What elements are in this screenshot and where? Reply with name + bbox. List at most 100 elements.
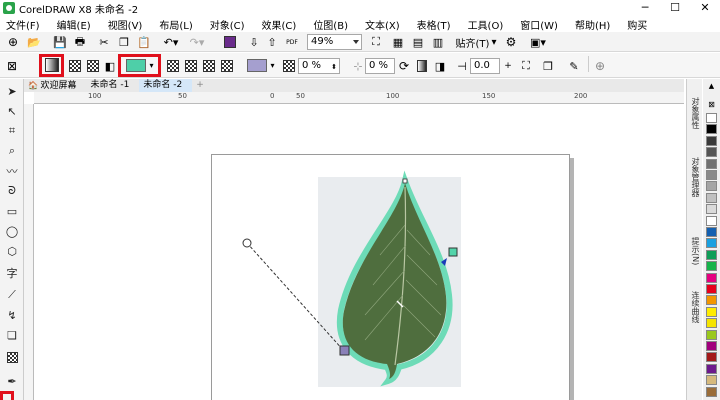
transparency-end-handle[interactable] [448, 247, 458, 257]
menu-effects[interactable]: 效果(C) [262, 17, 297, 32]
maximize-button[interactable]: ☐ [660, 0, 690, 16]
menu-help[interactable]: 帮助(H) [575, 17, 610, 32]
menu-bitmaps[interactable]: 位图(B) [313, 17, 348, 32]
node-transparency-icon[interactable] [282, 58, 296, 74]
paste-icon[interactable]: 📋 [136, 34, 152, 50]
color-swatch[interactable] [706, 227, 717, 237]
snap-to-dropdown[interactable]: 贴齐(T) ▾ [452, 34, 500, 50]
color-swatch[interactable] [706, 352, 717, 363]
color-swatch[interactable] [706, 341, 717, 351]
crop-tool-icon[interactable]: ⌗ [4, 123, 20, 139]
angle-icon[interactable]: ⊣ [454, 58, 470, 74]
docker-connected-curves[interactable]: 连续曲线 [689, 291, 701, 323]
horizontal-ruler[interactable]: 100 50 0 50 100 150 200 [34, 92, 684, 104]
freehand-tool-icon[interactable]: 〰 [4, 163, 20, 179]
docker-hints[interactable]: 提示(N) [689, 237, 701, 265]
open-folder-icon[interactable]: 📂 [25, 34, 43, 50]
menu-text[interactable]: 文本(X) [365, 17, 400, 32]
smooth-gradient-icon[interactable] [414, 58, 430, 74]
menu-file[interactable]: 文件(F) [6, 17, 40, 32]
undo-icon[interactable]: ↶▾ [160, 34, 182, 50]
artistic-media-icon[interactable]: ᘐ [4, 183, 20, 199]
parallel-dimension-icon[interactable]: ⟋ [4, 287, 20, 303]
full-screen-icon[interactable]: ⛶ [368, 34, 384, 50]
polygon-tool-icon[interactable]: ⬡ [4, 243, 20, 259]
text-tool-icon[interactable]: 字 [4, 265, 20, 281]
vertical-ruler[interactable] [24, 104, 34, 400]
texture-transparency-icon[interactable] [86, 58, 100, 74]
menu-window[interactable]: 窗口(W) [520, 17, 558, 32]
color-swatch[interactable] [706, 238, 717, 249]
import-icon[interactable]: ⇩ [246, 34, 262, 50]
minimize-button[interactable]: ─ [630, 0, 660, 16]
redo-icon[interactable]: ↷▾ [186, 34, 208, 50]
new-document-icon[interactable]: ⊕ [5, 34, 21, 50]
show-grid-icon[interactable]: ▤ [410, 34, 426, 50]
docker-object-manager[interactable]: 对象管理器 [689, 157, 701, 197]
color-swatch[interactable] [706, 329, 717, 340]
elliptical-gradient-icon[interactable] [184, 58, 198, 74]
free-scale-icon[interactable]: ⛶ [518, 58, 534, 74]
tab-untitled-2[interactable]: 未命名 -2 [139, 79, 193, 92]
node-color-swatch[interactable]: ▾ [245, 57, 277, 73]
tab-untitled-1[interactable]: 未命名 -1 [87, 79, 140, 92]
add-icon[interactable]: ⊕ [592, 58, 608, 74]
options-gear-icon[interactable]: ⚙ [503, 34, 519, 50]
color-swatch[interactable] [706, 204, 717, 215]
publish-pdf-icon[interactable]: PDF [284, 34, 300, 50]
color-swatch[interactable] [706, 272, 717, 283]
zoom-level-combo[interactable]: 49% [307, 34, 362, 50]
angle-spinner[interactable]: + [502, 58, 514, 74]
connector-tool-icon[interactable]: ↯ [4, 307, 20, 323]
pick-tool-icon[interactable]: ➤ [4, 83, 20, 99]
color-swatch[interactable] [706, 170, 717, 180]
ellipse-tool-icon[interactable]: ◯ [4, 223, 20, 239]
drop-shadow-icon[interactable]: ❏ [4, 327, 20, 343]
color-swatch[interactable] [706, 306, 717, 317]
docker-object-properties[interactable]: 对象属性 [689, 97, 701, 129]
menu-layout[interactable]: 布局(L) [159, 17, 192, 32]
color-swatch[interactable] [706, 318, 717, 329]
menu-edit[interactable]: 编辑(E) [57, 17, 91, 32]
palette-scroll-up-icon[interactable]: ▲ [704, 81, 719, 91]
pattern-transparency-icon[interactable] [68, 58, 82, 74]
edit-transparency-icon[interactable]: ✎ [566, 58, 582, 74]
export-icon[interactable]: ⇧ [264, 34, 280, 50]
color-swatch[interactable] [706, 192, 717, 203]
save-icon[interactable]: 💾 [52, 34, 68, 50]
color-swatch[interactable] [706, 295, 717, 306]
eyedropper-tool-icon[interactable]: ✒ [4, 373, 20, 389]
color-swatch[interactable] [706, 113, 717, 123]
color-swatch[interactable] [706, 261, 717, 272]
add-tab-button[interactable]: + [192, 79, 208, 92]
rectangle-tool-icon[interactable]: ▭ [4, 203, 20, 219]
node-transparency-input[interactable]: 0 % ⬍ [298, 58, 340, 74]
acceleration-icon[interactable]: ◨ [432, 58, 448, 74]
linear-gradient-icon[interactable] [166, 58, 180, 74]
color-swatch[interactable] [706, 363, 717, 374]
transparency-tool-icon[interactable] [4, 349, 20, 365]
color-swatch[interactable] [706, 181, 717, 192]
search-content-icon[interactable] [222, 34, 238, 50]
application-launcher-icon[interactable]: ▣▾ [525, 34, 551, 50]
color-swatch[interactable] [706, 249, 717, 260]
no-transparency-icon[interactable]: ⊠ [4, 58, 20, 74]
shape-tool-icon[interactable]: ↖ [4, 103, 20, 119]
zoom-tool-icon[interactable]: ⌕ [4, 143, 20, 159]
merge-mode-icon[interactable]: ◧ [102, 58, 118, 74]
transparency-start-handle[interactable] [339, 345, 350, 356]
show-guidelines-icon[interactable]: ▥ [430, 34, 446, 50]
copy-icon[interactable]: ❐ [116, 34, 132, 50]
menu-view[interactable]: 视图(V) [108, 17, 143, 32]
reverse-gradient-icon[interactable]: ⟳ [396, 58, 412, 74]
menu-buy[interactable]: 购买 [627, 17, 647, 32]
color-swatch[interactable] [706, 386, 717, 397]
color-swatch[interactable] [706, 124, 717, 135]
midpoint-input[interactable]: 0 % [365, 58, 395, 74]
color-swatch[interactable] [706, 215, 717, 226]
tab-welcome-screen[interactable]: 🏠 欢迎屏幕 [24, 79, 87, 92]
print-icon[interactable]: 🖶 [72, 34, 88, 50]
color-swatch[interactable] [706, 147, 717, 158]
color-swatch[interactable] [706, 284, 717, 294]
show-rulers-icon[interactable]: ▦ [390, 34, 406, 50]
